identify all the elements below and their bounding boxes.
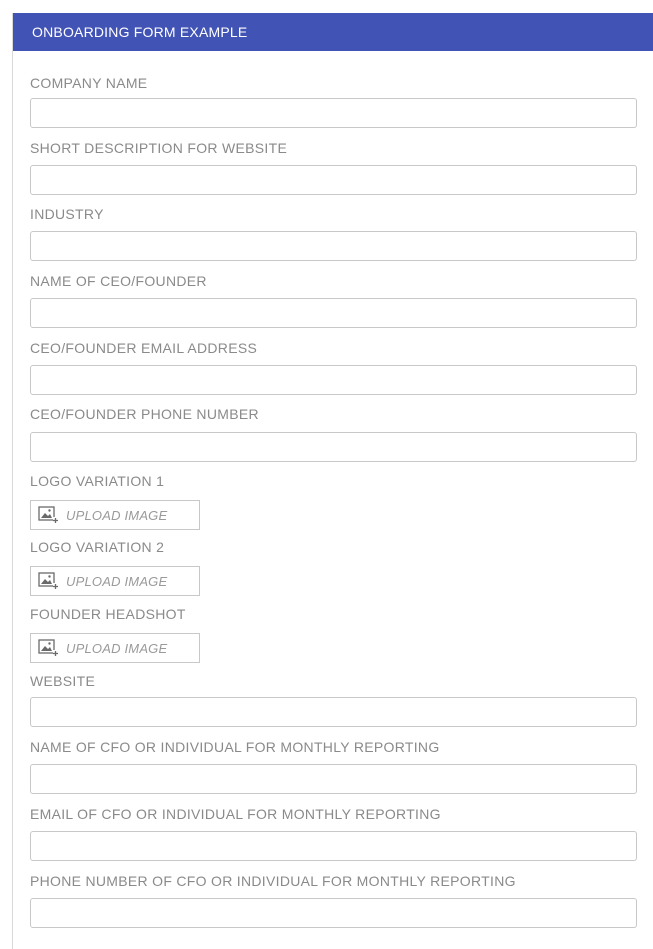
company-name-label: COMPANY NAME (30, 75, 148, 91)
industry-label: INDUSTRY (30, 206, 104, 222)
cfo-name-input[interactable] (30, 764, 637, 794)
cfo-email-input[interactable] (30, 831, 637, 861)
website-label: WEBSITE (30, 673, 96, 689)
founder-headshot-upload-button[interactable]: UPLOAD IMAGE (30, 633, 200, 663)
upload-image-label: UPLOAD IMAGE (66, 573, 168, 589)
ceo-name-input[interactable] (30, 298, 637, 328)
form-title: ONBOARDING FORM EXAMPLE (13, 13, 653, 51)
upload-image-label: UPLOAD IMAGE (66, 640, 168, 656)
ceo-phone-input[interactable] (30, 432, 637, 462)
cfo-phone-input[interactable] (30, 898, 637, 928)
industry-input[interactable] (30, 231, 637, 261)
logo-variation-2-upload-button[interactable]: UPLOAD IMAGE (30, 566, 200, 596)
upload-image-label: UPLOAD IMAGE (66, 507, 168, 523)
upload-image-icon (38, 506, 58, 524)
founder-headshot-label: FOUNDER HEADSHOT (30, 606, 186, 622)
logo-variation-1-upload-button[interactable]: UPLOAD IMAGE (30, 500, 200, 530)
cfo-phone-label: PHONE NUMBER OF CFO OR INDIVIDUAL FOR MO… (30, 873, 516, 889)
logo-variation-1-label: LOGO VARIATION 1 (30, 473, 165, 489)
upload-image-icon (38, 572, 58, 590)
ceo-phone-label: CEO/FOUNDER PHONE NUMBER (30, 406, 259, 422)
website-input[interactable] (30, 697, 637, 727)
short-description-input[interactable] (30, 165, 637, 195)
company-name-input[interactable] (30, 98, 637, 128)
logo-variation-2-label: LOGO VARIATION 2 (30, 539, 165, 555)
onboarding-form: ONBOARDING FORM EXAMPLE COMPANY NAME SHO… (12, 13, 653, 949)
cfo-name-label: NAME OF CFO OR INDIVIDUAL FOR MONTHLY RE… (30, 739, 440, 755)
ceo-email-input[interactable] (30, 365, 637, 395)
short-description-label: SHORT DESCRIPTION FOR WEBSITE (30, 140, 288, 156)
ceo-email-label: CEO/FOUNDER EMAIL ADDRESS (30, 340, 258, 356)
upload-image-icon (38, 639, 58, 657)
cfo-email-label: EMAIL OF CFO OR INDIVIDUAL FOR MONTHLY R… (30, 806, 441, 822)
ceo-name-label: NAME OF CEO/FOUNDER (30, 273, 207, 289)
